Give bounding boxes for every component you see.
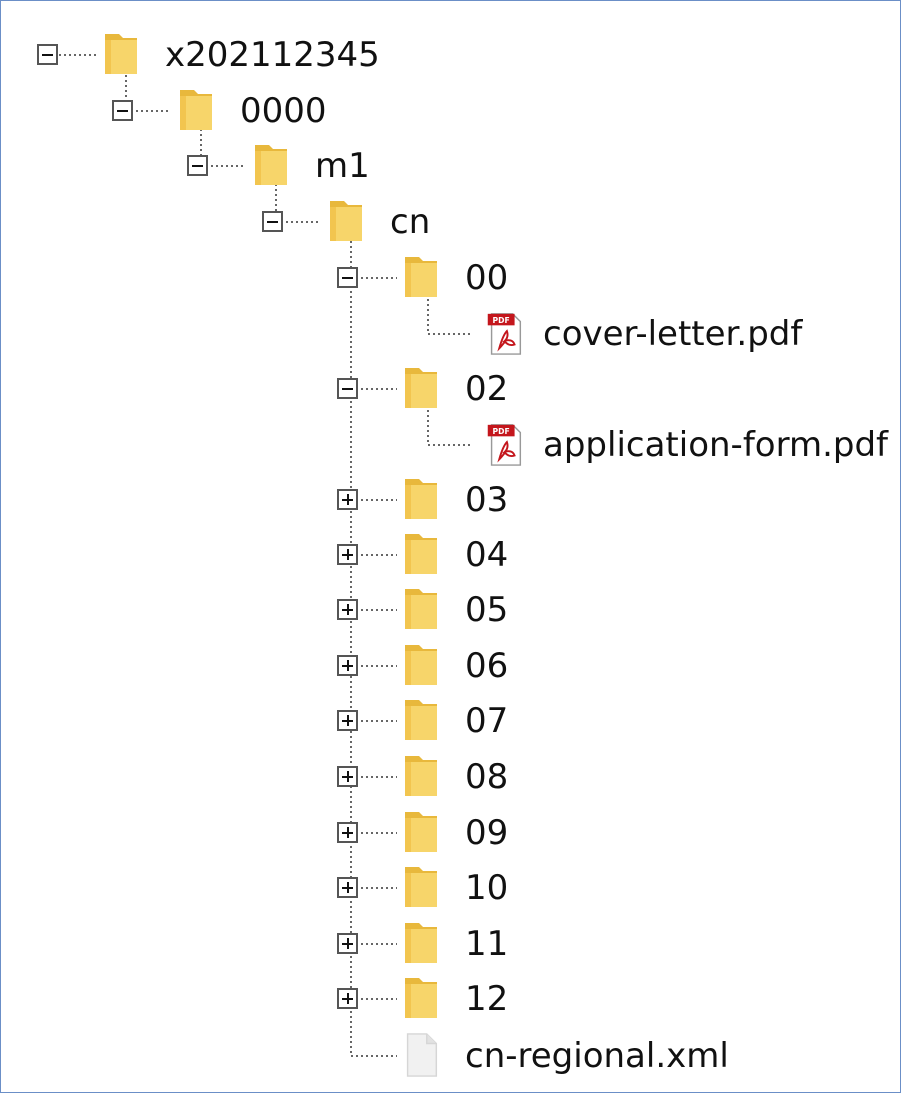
tree-node-label: 02 xyxy=(465,369,509,409)
tree-node-label: 03 xyxy=(465,480,509,520)
tree-node-label: 11 xyxy=(465,924,509,964)
tree-node-label: 00 xyxy=(465,258,509,298)
folder-icon xyxy=(405,978,437,1018)
folder-icon xyxy=(405,867,437,907)
tree-node-label: m1 xyxy=(315,146,370,186)
collapse-toggle-icon[interactable] xyxy=(37,44,58,65)
expand-toggle-icon[interactable] xyxy=(337,766,358,787)
tree-node-label: application-form.pdf xyxy=(543,425,889,465)
folder-icon xyxy=(405,923,437,963)
tree-node-label: 05 xyxy=(465,590,509,630)
collapse-toggle-icon[interactable] xyxy=(262,211,283,232)
expand-toggle-icon[interactable] xyxy=(337,489,358,510)
svg-text:PDF: PDF xyxy=(493,316,510,325)
tree-connector-lines xyxy=(59,54,471,1057)
folder-icon xyxy=(330,201,362,241)
tree-node-label: cn-regional.xml xyxy=(465,1036,729,1076)
folder-icon xyxy=(405,257,437,297)
folder-icon xyxy=(405,368,437,408)
expand-toggle-icon[interactable] xyxy=(337,822,358,843)
tree-node-label: 10 xyxy=(465,868,509,908)
folder-icon xyxy=(180,90,212,130)
expand-toggle-icon[interactable] xyxy=(337,710,358,731)
tree-node-label: 08 xyxy=(465,757,509,797)
tree-node-label: 04 xyxy=(465,535,509,575)
folder-icon xyxy=(405,534,437,574)
generic-file-icon xyxy=(406,1033,438,1077)
folder-icon xyxy=(405,479,437,519)
folder-tree-panel: x202112345 0000 m1 cn 00 PDF cover-lette… xyxy=(0,0,901,1093)
folder-icon xyxy=(405,645,437,685)
collapse-toggle-icon[interactable] xyxy=(112,100,133,121)
tree-node-label: 0000 xyxy=(240,91,327,131)
expand-toggle-icon[interactable] xyxy=(337,544,358,565)
pdf-file-icon: PDF xyxy=(487,313,522,355)
collapse-toggle-icon[interactable] xyxy=(337,378,358,399)
expand-toggle-icon[interactable] xyxy=(337,599,358,620)
tree-node-label: 06 xyxy=(465,646,509,686)
tree-node-label: cn xyxy=(390,202,431,242)
expand-toggle-icon[interactable] xyxy=(337,877,358,898)
tree-node-label: cover-letter.pdf xyxy=(543,314,803,354)
folder-icon xyxy=(405,756,437,796)
expand-toggle-icon[interactable] xyxy=(337,988,358,1009)
expand-toggle-icon[interactable] xyxy=(337,933,358,954)
tree-node-label: 12 xyxy=(465,979,509,1019)
pdf-file-icon: PDF xyxy=(487,424,522,466)
collapse-toggle-icon[interactable] xyxy=(337,267,358,288)
folder-icon xyxy=(405,812,437,852)
folder-icon xyxy=(405,589,437,629)
folder-icon xyxy=(105,34,137,74)
tree-node-label: x202112345 xyxy=(165,35,380,75)
svg-text:PDF: PDF xyxy=(493,427,510,436)
tree-node-label: 09 xyxy=(465,813,509,853)
tree-node-label: 07 xyxy=(465,701,509,741)
collapse-toggle-icon[interactable] xyxy=(187,155,208,176)
folder-icon xyxy=(255,145,287,185)
folder-icon xyxy=(405,700,437,740)
expand-toggle-icon[interactable] xyxy=(337,655,358,676)
